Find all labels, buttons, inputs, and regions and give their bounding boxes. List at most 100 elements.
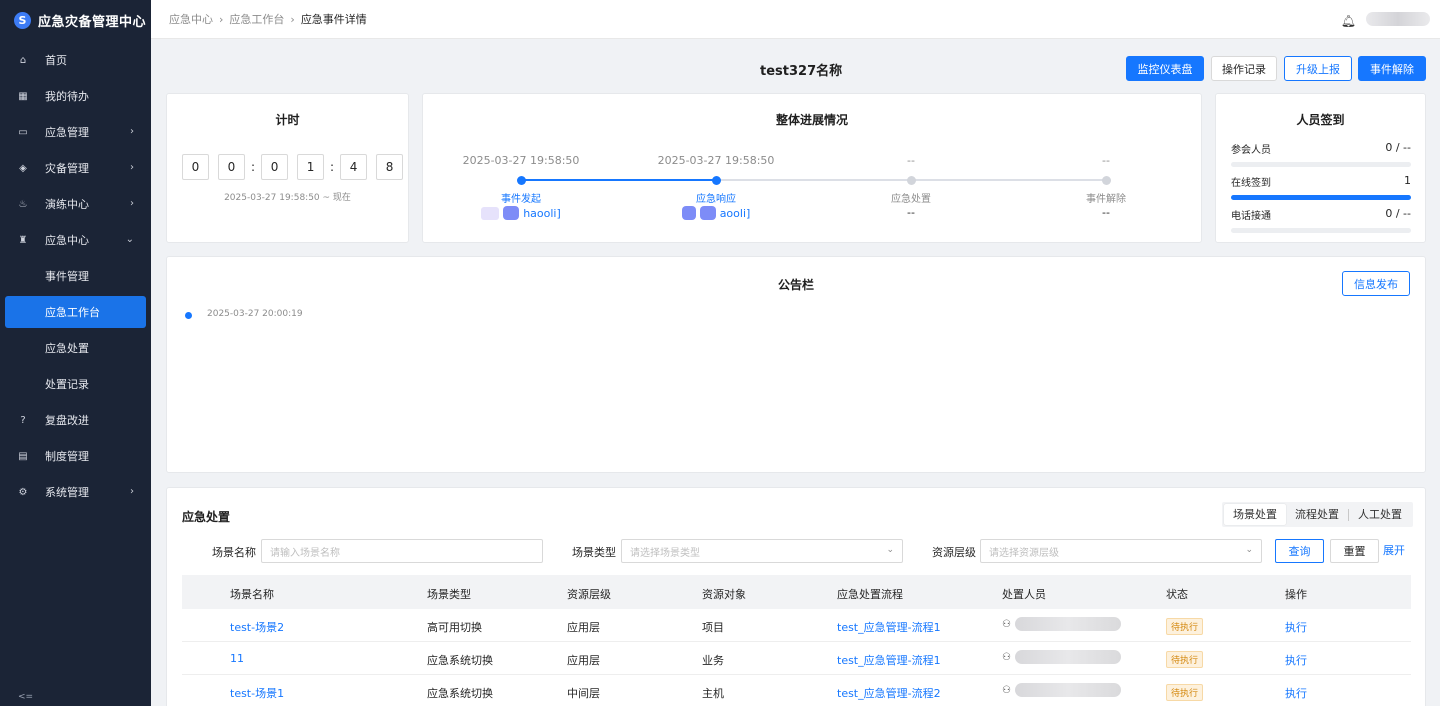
step-dot	[711, 176, 721, 185]
sidebar-item-todo[interactable]: ▦ 我的待办	[5, 80, 146, 112]
signin-label: 电话接通	[1231, 211, 1271, 222]
breadcrumb-item[interactable]: 应急工作台	[229, 13, 284, 26]
escalate-button[interactable]: 升级上报	[1284, 56, 1352, 81]
progress-step: 2025-03-27 19:58:50 应急响应 aooli]	[641, 154, 791, 220]
signin-value: 1	[1404, 174, 1411, 187]
scene-name-link[interactable]: test-场景1	[230, 685, 284, 701]
sidebar-item-review[interactable]: ? 复盘改进	[5, 404, 146, 436]
step-name: 应急处置	[891, 194, 931, 205]
handler-cell: ⚇	[1002, 683, 1121, 697]
top-bar: 应急中心 › 应急工作台 › 应急事件详情 🔔︎	[151, 0, 1440, 39]
resource-level-select[interactable]: 请选择资源层级 ⌄	[980, 539, 1262, 563]
handler-mask	[1014, 683, 1121, 697]
column-header: 状态	[1166, 588, 1188, 601]
timer-digit: 8	[376, 154, 404, 180]
timer-digit: 0	[182, 154, 209, 180]
resource-level-cell: 中间层	[567, 687, 600, 700]
resource-level-label: 资源层级	[932, 546, 976, 559]
resource-level-cell: 应用层	[567, 621, 600, 634]
user-icon: ⚇	[1002, 651, 1011, 663]
sidebar-item-emergency-mgmt[interactable]: ▭ 应急管理 ›	[5, 116, 146, 148]
progress-step: -- 应急处置 --	[836, 154, 986, 219]
signin-label: 参会人员	[1231, 145, 1271, 156]
chevron-right-icon: ›	[130, 162, 134, 173]
progress-step: 2025-03-27 19:58:50 事件发起 haooli]	[446, 154, 596, 220]
resolve-event-button[interactable]: 事件解除	[1358, 56, 1426, 81]
chevron-down-icon: ⌄	[886, 545, 894, 555]
timer-colon: :	[251, 160, 256, 174]
app-logo[interactable]: S 应急灾备管理中心	[0, 0, 151, 40]
resource-object-cell: 主机	[702, 687, 724, 700]
step-dot	[906, 176, 916, 185]
step-name: 应急响应	[696, 194, 736, 205]
step-person: aooli]	[641, 206, 791, 220]
sidebar-item-label: 制度管理	[45, 450, 89, 463]
query-button[interactable]: 查询	[1275, 539, 1324, 563]
timer-digit: 0	[218, 154, 245, 180]
collapse-sidebar-icon[interactable]: <=	[18, 692, 33, 702]
user-avatar[interactable]	[1366, 12, 1430, 26]
table-row: test-场景1 应急系统切换 中间层 主机 test_应急管理-流程2 ⚇ 待…	[182, 675, 1411, 706]
breadcrumb-separator-icon: ›	[219, 13, 224, 26]
sidebar-item-home[interactable]: ⌂ 首页	[5, 44, 146, 76]
calendar-icon: ▦	[18, 90, 28, 102]
sidebar-item-label: 应急管理	[45, 126, 89, 139]
dashboard-button[interactable]: 监控仪表盘	[1126, 56, 1204, 81]
sidebar-item-system[interactable]: ⚙ 系统管理 ›	[5, 476, 146, 508]
operation-log-button[interactable]: 操作记录	[1211, 56, 1277, 81]
notice-card: 公告栏 信息发布 2025-03-27 20:00:19	[166, 256, 1426, 473]
tab-scene[interactable]: 场景处置	[1224, 504, 1286, 525]
sidebar-item-event-mgmt[interactable]: 事件管理	[5, 260, 146, 292]
step-person: --	[907, 206, 915, 219]
scene-name-input[interactable]: 请输入场景名称	[261, 539, 543, 563]
step-person-name: haooli]	[523, 206, 561, 220]
signin-card: 人员签到 参会人员 0 / -- 在线签到 1 电话接通 0 / --	[1215, 93, 1426, 243]
chevron-right-icon: ›	[130, 126, 134, 137]
tab-flow[interactable]: 流程处置	[1286, 504, 1348, 525]
scene-type-select[interactable]: 请选择场景类型 ⌄	[621, 539, 903, 563]
sidebar-item-label: 处置记录	[45, 378, 89, 391]
signin-row: 电话接通 0 / --	[1231, 207, 1411, 233]
handler-cell: ⚇	[1002, 650, 1121, 664]
publish-info-button[interactable]: 信息发布	[1342, 271, 1410, 296]
sidebar-item-label: 应急工作台	[45, 306, 100, 319]
column-header: 操作	[1285, 588, 1307, 601]
monitor-icon: ▭	[18, 126, 28, 138]
scene-name-link[interactable]: test-场景2	[230, 619, 284, 635]
flow-link[interactable]: test_应急管理-流程2	[837, 685, 941, 701]
step-name: 事件解除	[1086, 194, 1126, 205]
execute-link[interactable]: 执行	[1285, 619, 1307, 635]
signin-bar-fill	[1231, 195, 1411, 200]
progress-step: -- 事件解除 --	[1031, 154, 1181, 219]
person-mask	[503, 206, 520, 220]
timer-digit: 0	[261, 154, 289, 180]
sidebar-item-policy[interactable]: ▤ 制度管理	[5, 440, 146, 472]
breadcrumb-item[interactable]: 应急中心	[169, 13, 213, 26]
timer-digits: 0 0 : 0 1 : 4 8	[182, 154, 404, 180]
sidebar-item-drill-center[interactable]: ♨ 演练中心 ›	[5, 188, 146, 220]
column-header: 应急处置流程	[837, 588, 903, 601]
flow-link[interactable]: test_应急管理-流程1	[837, 619, 941, 635]
timer-digit: 4	[340, 154, 368, 180]
home-icon: ⌂	[19, 54, 27, 66]
user-icon: ⚇	[1002, 618, 1011, 630]
sidebar-item-workbench[interactable]: 应急工作台	[5, 296, 146, 328]
execute-link[interactable]: 执行	[1285, 685, 1307, 701]
sidebar-item-label: 首页	[45, 54, 67, 67]
step-time: --	[907, 154, 915, 167]
expand-link[interactable]: 展开	[1383, 542, 1405, 558]
sidebar-item-emergency-center[interactable]: ♜ 应急中心 ⌄	[5, 224, 146, 256]
step-person: haooli]	[446, 206, 596, 220]
execute-link[interactable]: 执行	[1285, 652, 1307, 668]
sidebar-item-label: 灾备管理	[45, 162, 89, 175]
flow-link[interactable]: test_应急管理-流程1	[837, 652, 941, 668]
reset-button[interactable]: 重置	[1330, 539, 1379, 563]
tab-manual[interactable]: 人工处置	[1349, 504, 1411, 525]
sidebar-item-disaster-mgmt[interactable]: ◈ 灾备管理 ›	[5, 152, 146, 184]
sidebar-item-disposal[interactable]: 应急处置	[5, 332, 146, 364]
notice-title: 公告栏	[777, 278, 814, 292]
scene-name-label: 场景名称	[212, 546, 256, 559]
sidebar-item-records[interactable]: 处置记录	[5, 368, 146, 400]
scene-name-link[interactable]: 11	[230, 652, 244, 665]
bell-icon[interactable]: 🔔︎	[1341, 14, 1356, 28]
